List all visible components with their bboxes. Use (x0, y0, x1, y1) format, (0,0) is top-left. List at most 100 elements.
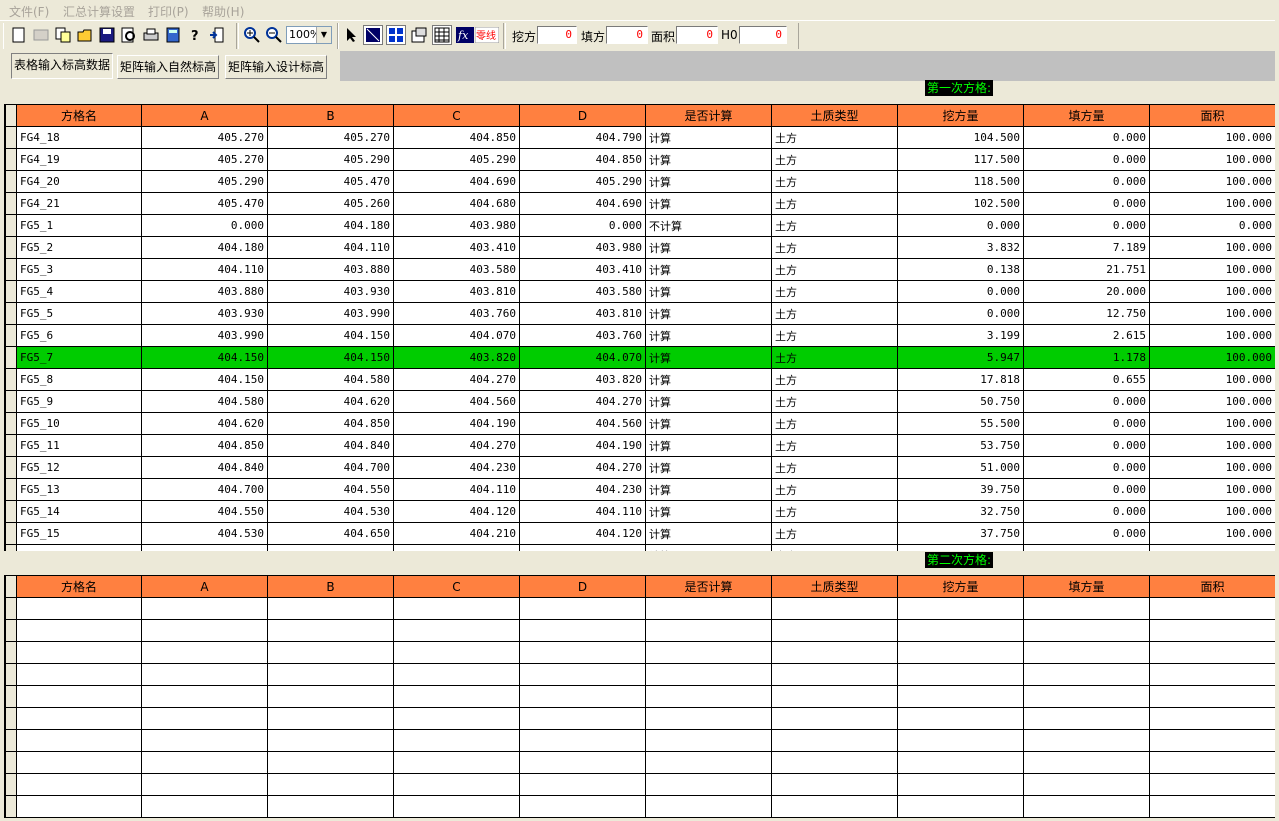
cell-fill-volume[interactable] (1023, 795, 1150, 818)
help-icon[interactable]: ? (185, 25, 205, 45)
column-header-calc-flag[interactable]: 是否计算 (645, 104, 772, 127)
cell-soil-type[interactable]: 土方 (771, 544, 898, 551)
cell-grid-name[interactable] (16, 795, 142, 818)
cell-calc-flag[interactable] (645, 641, 772, 664)
cell-area[interactable]: 100.000 (1149, 412, 1276, 435)
column-header-area[interactable]: 面积 (1149, 104, 1276, 127)
cell-col-b[interactable]: 404.150 (267, 324, 394, 347)
table-row[interactable]: FG5_2 404.180 404.110 403.410 403.980 计算 土方 3.8… (5, 236, 1276, 259)
cell-soil-type[interactable]: 土方 (771, 412, 898, 435)
cell-soil-type[interactable] (771, 773, 898, 796)
zoom-select[interactable]: 100% ▼ (286, 26, 332, 44)
cell-col-c[interactable]: 403.410 (393, 236, 520, 259)
cell-col-a[interactable] (141, 707, 268, 730)
cell-area[interactable]: 100.000 (1149, 170, 1276, 193)
row-header-corner[interactable] (5, 575, 17, 598)
row-header[interactable] (5, 500, 17, 523)
cell-soil-type[interactable]: 土方 (771, 434, 898, 457)
cell-col-b[interactable] (267, 773, 394, 796)
table-row[interactable] (5, 597, 1276, 620)
cell-col-a[interactable]: 404.150 (141, 346, 268, 369)
cell-soil-type[interactable]: 土方 (771, 214, 898, 237)
table-row[interactable]: FG5_15 404.530 404.650 404.210 404.120 计算 土方 37… (5, 522, 1276, 545)
cell-col-d[interactable]: 404.190 (519, 434, 646, 457)
menu-item[interactable]: 汇总计算设置 (63, 3, 135, 20)
cell-cut-volume[interactable]: 50.750 (897, 390, 1024, 413)
tab-table-input[interactable]: 表格输入标高数据 (11, 53, 114, 79)
table-row[interactable] (5, 663, 1276, 686)
cell-cut-volume[interactable]: 0.000 (897, 280, 1024, 303)
menu-item[interactable]: 打印(P) (148, 3, 189, 20)
cell-fill-volume[interactable] (1023, 619, 1150, 642)
cell-fill-volume[interactable] (1023, 773, 1150, 796)
function-icon[interactable]: fx (455, 25, 475, 45)
cell-area[interactable] (1149, 619, 1276, 642)
row-header[interactable] (5, 663, 17, 686)
cell-fill-volume[interactable] (1023, 751, 1150, 774)
cell-soil-type[interactable]: 土方 (771, 302, 898, 325)
cell-area[interactable]: 100.000 (1149, 456, 1276, 479)
calculator-icon[interactable] (163, 25, 183, 45)
cell-col-d[interactable] (519, 729, 646, 752)
cell-calc-flag[interactable]: 计算 (645, 368, 772, 391)
cell-area[interactable]: 100.000 (1149, 478, 1276, 501)
cell-calc-flag[interactable]: 计算 (645, 346, 772, 369)
cell-col-c[interactable]: 404.560 (393, 390, 520, 413)
cell-calc-flag[interactable] (645, 729, 772, 752)
cell-area[interactable] (1149, 773, 1276, 796)
cell-col-b[interactable]: 404.840 (267, 434, 394, 457)
row-header[interactable] (5, 302, 17, 325)
cell-col-c[interactable] (393, 641, 520, 664)
cell-col-c[interactable] (393, 751, 520, 774)
cell-col-b[interactable]: 404.110 (267, 236, 394, 259)
menu-item[interactable]: 文件(F) (9, 3, 49, 20)
cell-fill-volume[interactable]: 0.000 (1023, 390, 1150, 413)
cell-col-b[interactable]: 404.710 (267, 544, 394, 551)
cell-col-d[interactable]: 404.270 (519, 390, 646, 413)
cell-soil-type[interactable]: 土方 (771, 192, 898, 215)
cell-col-c[interactable]: 403.580 (393, 258, 520, 281)
cell-calc-flag[interactable]: 计算 (645, 324, 772, 347)
cell-calc-flag[interactable] (645, 663, 772, 686)
row-header[interactable] (5, 795, 17, 818)
cell-grid-name[interactable] (16, 707, 142, 730)
row-header[interactable] (5, 170, 17, 193)
table-row[interactable]: FG4_20 405.290 405.470 404.690 405.290 计算 土方 11… (5, 170, 1276, 193)
cell-col-c[interactable] (393, 663, 520, 686)
cell-col-a[interactable] (141, 619, 268, 642)
cell-fill-volume[interactable]: 0.000 (1023, 412, 1150, 435)
cell-calc-flag[interactable]: 计算 (645, 170, 772, 193)
cell-col-b[interactable]: 404.650 (267, 522, 394, 545)
cell-area[interactable]: 100.000 (1149, 258, 1276, 281)
cell-calc-flag[interactable]: 计算 (645, 500, 772, 523)
properties-icon[interactable] (409, 25, 429, 45)
row-header[interactable] (5, 619, 17, 642)
cell-col-a[interactable]: 404.700 (141, 478, 268, 501)
column-header-col-d[interactable]: D (519, 575, 646, 598)
cell-cut-volume[interactable] (897, 773, 1024, 796)
cell-fill-volume[interactable]: 0.655 (1023, 368, 1150, 391)
cell-grid-name[interactable] (16, 619, 142, 642)
cell-col-a[interactable]: 405.270 (141, 148, 268, 171)
zoom-in-icon[interactable] (242, 25, 262, 45)
cell-soil-type[interactable]: 土方 (771, 148, 898, 171)
cell-col-d[interactable]: 403.580 (519, 280, 646, 303)
cell-fill-volume[interactable]: 12.750 (1023, 302, 1150, 325)
column-header-col-b[interactable]: B (267, 575, 394, 598)
row-header[interactable] (5, 236, 17, 259)
column-header-col-c[interactable]: C (393, 104, 520, 127)
cell-grid-name[interactable]: FG5_3 (16, 258, 142, 281)
row-header[interactable] (5, 368, 17, 391)
open-folder-icon[interactable] (75, 25, 95, 45)
cell-area[interactable] (1149, 597, 1276, 620)
cell-area[interactable]: 100.000 (1149, 500, 1276, 523)
cell-grid-name[interactable] (16, 685, 142, 708)
table-row[interactable]: FG5_7 404.150 404.150 403.820 404.070 计算 土方 5.9… (5, 346, 1276, 369)
cell-cut-volume[interactable]: 118.500 (897, 170, 1024, 193)
cell-col-b[interactable] (267, 707, 394, 730)
cell-fill-volume[interactable] (1023, 597, 1150, 620)
cell-col-c[interactable]: 404.230 (393, 456, 520, 479)
cell-area[interactable] (1149, 641, 1276, 664)
cell-col-a[interactable] (141, 597, 268, 620)
table-row[interactable] (5, 751, 1276, 774)
